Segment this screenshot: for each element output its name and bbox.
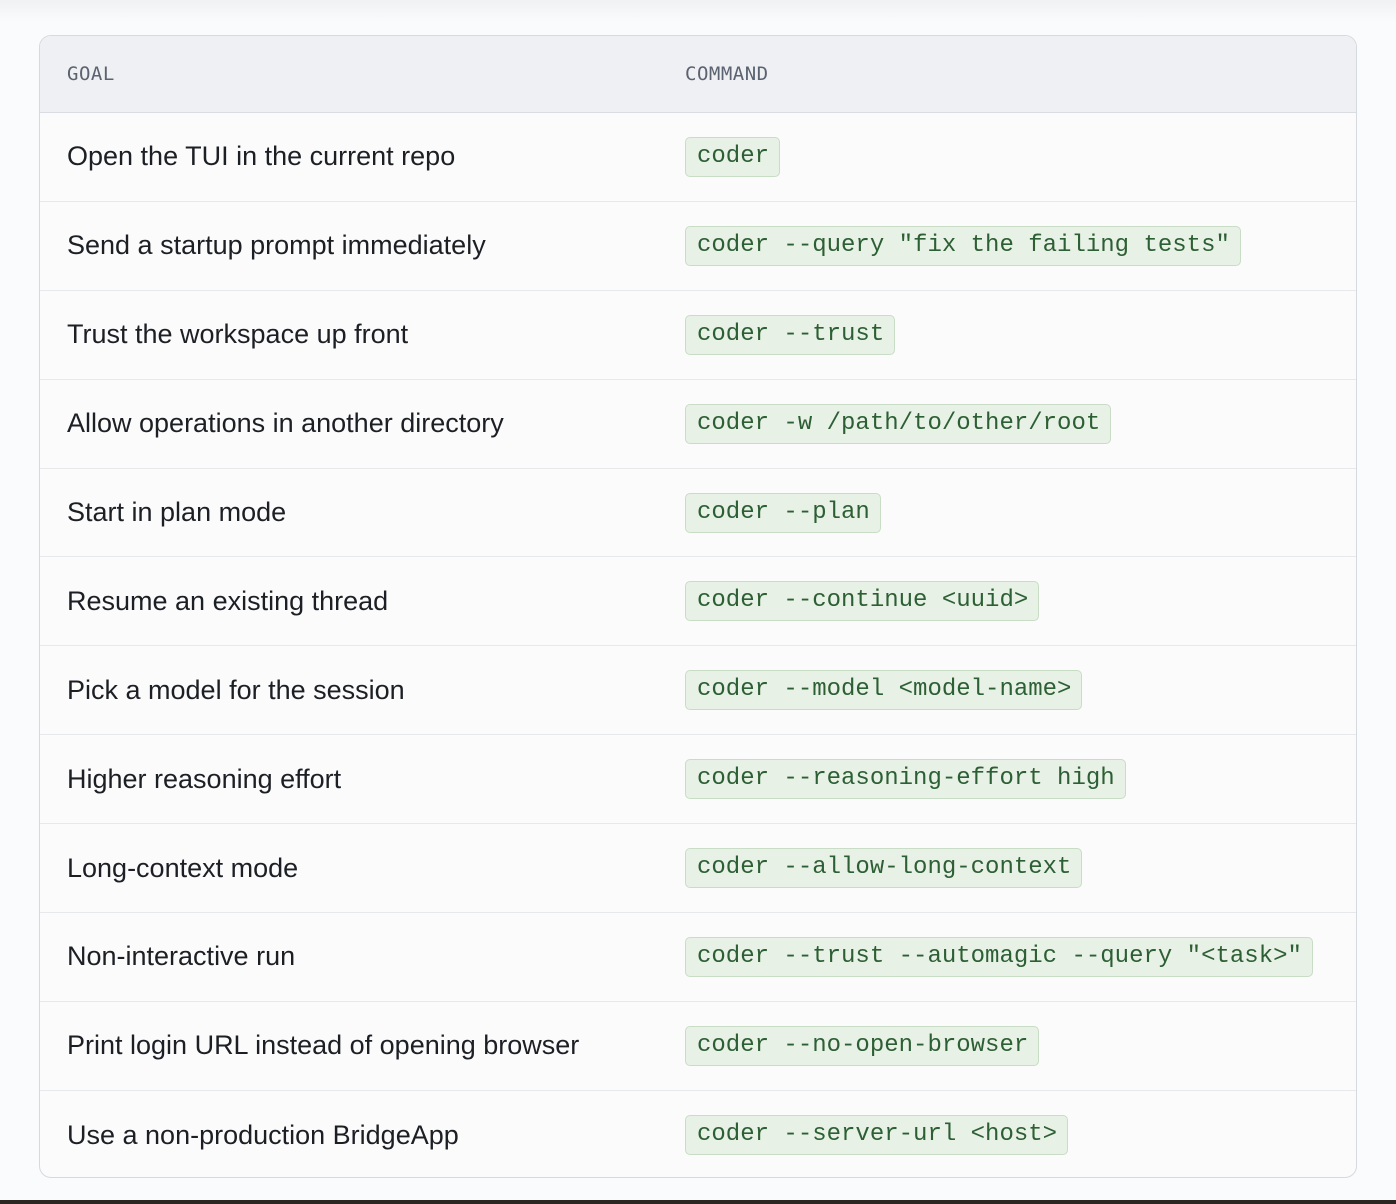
command-code[interactable]: coder --continue <uuid> <box>685 581 1040 622</box>
table-row: Start in plan mode coder --plan <box>40 469 1356 558</box>
column-header-goal: GOAL <box>67 63 115 85</box>
column-header-command: COMMAND <box>685 63 769 85</box>
table-row: Open the TUI in the current repo coder <box>40 113 1356 202</box>
goal-cell: Allow operations in another directory <box>67 408 504 439</box>
goal-cell: Print login URL instead of opening brows… <box>67 1030 580 1061</box>
goal-cell: Resume an existing thread <box>67 585 389 616</box>
bottom-edge <box>0 1200 1396 1204</box>
table-row: Non-interactive run coder --trust --auto… <box>40 913 1356 1002</box>
table-row: Send a startup prompt immediately coder … <box>40 202 1356 291</box>
command-code[interactable]: coder --reasoning-effort high <box>685 759 1126 800</box>
table-row: Allow operations in another directory co… <box>40 380 1356 469</box>
table-header-row: GOAL COMMAND <box>40 36 1356 113</box>
command-table: GOAL COMMAND Open the TUI in the current… <box>39 35 1357 1178</box>
goal-cell: Send a startup prompt immediately <box>67 230 486 261</box>
top-shadow <box>0 0 1396 22</box>
command-code[interactable]: coder --no-open-browser <box>685 1025 1040 1066</box>
table-row: Use a non-production BridgeApp coder --s… <box>40 1091 1356 1177</box>
table-row: Long-context mode coder --allow-long-con… <box>40 824 1356 914</box>
table-row: Higher reasoning effort coder --reasonin… <box>40 735 1356 825</box>
command-code[interactable]: coder --query "fix the failing tests" <box>685 225 1241 266</box>
table-row: Pick a model for the session coder --mod… <box>40 646 1356 736</box>
goal-cell: Start in plan mode <box>67 497 287 527</box>
command-code[interactable]: coder --plan <box>685 492 881 533</box>
goal-cell: Pick a model for the session <box>67 674 405 705</box>
goal-cell: Use a non-production BridgeApp <box>67 1119 459 1150</box>
goal-cell: Long-context mode <box>67 852 299 883</box>
command-code[interactable]: coder --server-url <host> <box>685 1115 1069 1156</box>
goal-cell: Non-interactive run <box>67 941 296 972</box>
table-row: Print login URL instead of opening brows… <box>40 1002 1356 1091</box>
goal-cell: Higher reasoning effort <box>67 763 342 794</box>
command-code[interactable]: coder --allow-long-context <box>685 848 1083 889</box>
goal-cell: Open the TUI in the current repo <box>67 141 456 172</box>
table-row: Resume an existing thread coder --contin… <box>40 557 1356 647</box>
goal-cell: Trust the workspace up front <box>67 319 409 350</box>
command-code[interactable]: coder <box>685 136 781 177</box>
table-row: Trust the workspace up front coder --tru… <box>40 291 1356 380</box>
command-code[interactable]: coder -w /path/to/other/root <box>685 403 1112 444</box>
command-code[interactable]: coder --trust --automagic --query "<task… <box>685 936 1313 977</box>
command-code[interactable]: coder --trust <box>685 314 896 355</box>
command-code[interactable]: coder --model <model-name> <box>685 670 1083 711</box>
